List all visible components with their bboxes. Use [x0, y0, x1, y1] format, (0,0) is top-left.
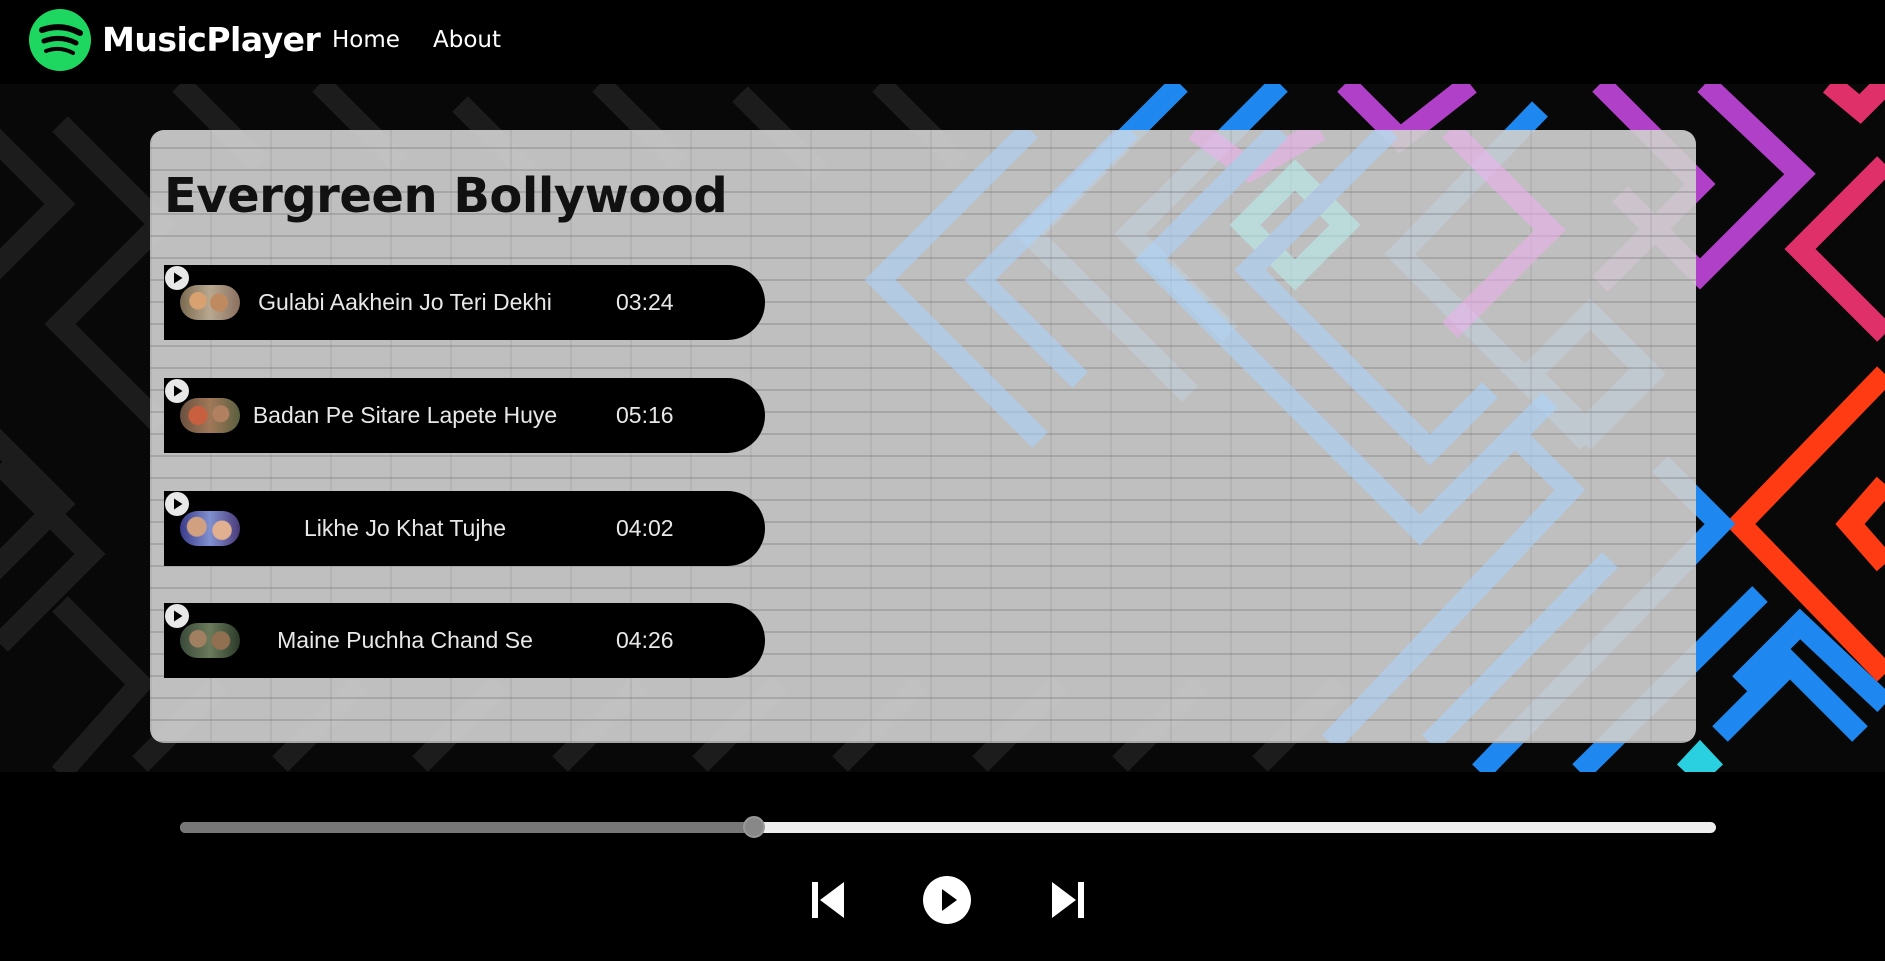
navbar: MusicPlayer Home About [0, 0, 1885, 84]
play-circle-icon[interactable] [164, 265, 190, 291]
song-name: Badan Pe Sitare Lapete Huye [252, 402, 558, 428]
nav-link-about[interactable]: About [433, 27, 501, 53]
song-item[interactable]: Likhe Jo Khat Tujhe 04:02 [164, 491, 765, 566]
nav-link-home[interactable]: Home [332, 27, 400, 53]
song-item[interactable]: Badan Pe Sitare Lapete Huye 05:16 [164, 378, 765, 453]
next-icon[interactable] [1050, 880, 1086, 920]
song-name: Maine Puchha Chand Se [277, 627, 533, 653]
song-item[interactable]: Maine Puchha Chand Se 04:26 [164, 603, 765, 678]
song-duration: 03:24 [616, 289, 674, 315]
song-duration: 05:16 [616, 402, 674, 428]
song-name: Gulabi Aakhein Jo Teri Dekhi [258, 289, 552, 315]
song-duration: 04:26 [616, 627, 674, 653]
playlist-card: Evergreen Bollywood Gulabi Aakhein Jo Te… [150, 130, 1696, 743]
brand-name[interactable]: MusicPlayer [102, 20, 321, 59]
playlist-title: Evergreen Bollywood [164, 168, 728, 224]
previous-icon[interactable] [810, 880, 846, 920]
play-icon[interactable] [922, 875, 972, 925]
play-circle-icon[interactable] [164, 491, 190, 517]
background-pattern: Evergreen Bollywood Gulabi Aakhein Jo Te… [0, 84, 1885, 772]
progress-slider[interactable] [180, 816, 1716, 838]
progress-thumb[interactable] [743, 816, 765, 838]
song-item[interactable]: Gulabi Aakhein Jo Teri Dekhi 03:24 [164, 265, 765, 340]
song-name: Likhe Jo Khat Tujhe [303, 515, 507, 541]
song-duration: 04:02 [616, 515, 674, 541]
play-circle-icon[interactable] [164, 603, 190, 629]
spotify-logo-icon[interactable] [28, 8, 92, 72]
play-circle-icon[interactable] [164, 378, 190, 404]
progress-fill [180, 822, 754, 833]
